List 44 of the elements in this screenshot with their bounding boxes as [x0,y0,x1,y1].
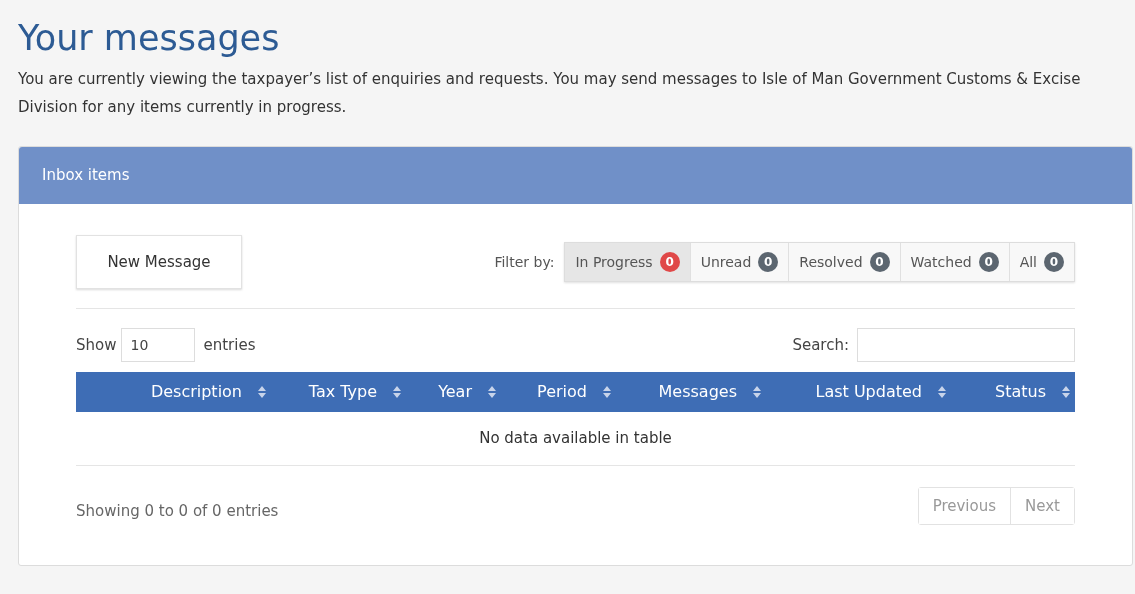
count-badge: 0 [978,252,999,272]
column-label: Messages [658,381,737,403]
show-label: Show [76,334,117,356]
column-header[interactable]: Last Updated [769,372,954,412]
column-label: Description [150,381,242,403]
column-label: Tax Type [308,381,377,403]
panel-title: Inbox items [42,165,130,187]
filter-tab[interactable]: Watched 0 [899,243,1009,281]
sort-icon[interactable] [603,386,611,398]
column-header[interactable]: Messages [619,372,769,412]
column-header[interactable]: Year [409,372,504,412]
entries-label: entries [203,334,256,356]
column-header[interactable]: Status [954,372,1078,412]
search-label: Search: [792,334,849,356]
column-label: Period [537,381,587,403]
intro-paragraph: You are currently viewing the taxpayer’s list of enquiries and requests. You may send messages to Isle of Man Government Customs & Excise Division for any items currently in progress. [18,69,1082,118]
sort-icon[interactable] [258,386,266,398]
count-badge: 0 [1044,252,1064,272]
column-header[interactable]: Description [76,372,274,412]
pagination-button[interactable]: Next [1010,488,1074,524]
sort-icon[interactable] [753,386,761,398]
count-badge: 0 [758,252,779,272]
filter-tab[interactable]: Resolved 0 [788,243,900,281]
column-header[interactable]: Tax Type [274,372,409,412]
page-title: Your messages [18,17,281,60]
column-label: Status [995,381,1046,403]
column-label: Last Updated [815,381,922,403]
column-header[interactable]: Period [504,372,619,412]
sort-icon[interactable] [393,386,401,398]
sort-icon[interactable] [938,386,946,398]
search-field[interactable] [857,328,1075,362]
count-badge: 0 [659,252,680,272]
new-message-button[interactable]: New Message [76,235,242,289]
page-size-field[interactable]: 10 [121,328,196,362]
column-label: Year [438,381,472,403]
filter-tab[interactable]: All 0 [1008,243,1074,281]
sort-icon[interactable] [1062,386,1070,398]
sort-icon[interactable] [488,386,496,398]
filter-tab[interactable]: In Progress 0 [565,243,690,281]
filter-tab[interactable]: Unread 0 [689,243,789,281]
count-badge: 0 [869,252,890,272]
empty-table-message: No data available in table [479,428,672,450]
table-info: Showing 0 to 0 of 0 entries [76,500,279,522]
filter-label: Filter by: [494,252,555,272]
